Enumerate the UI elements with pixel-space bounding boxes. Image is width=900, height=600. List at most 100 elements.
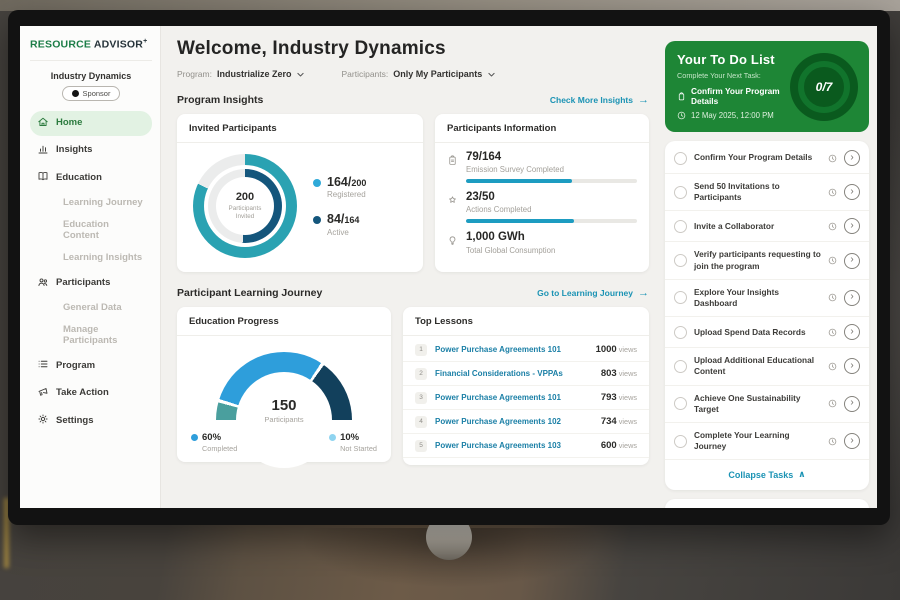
lesson-link[interactable]: Power Purchase Agreements 103 — [435, 441, 593, 450]
card-title: Invited Participants — [177, 114, 423, 143]
info-value: 79/164 — [466, 151, 637, 164]
legend-label: Active — [327, 228, 359, 237]
todo-task[interactable]: Verify participants requesting to join t… — [665, 242, 869, 279]
home-icon — [37, 116, 49, 131]
task-checkbox[interactable] — [674, 152, 687, 165]
task-checkbox[interactable] — [674, 291, 687, 304]
lesson-link[interactable]: Power Purchase Agreements 102 — [435, 417, 593, 426]
todo-task[interactable]: Explore Your Insights Dashboard › — [665, 280, 869, 317]
gauge-center-label: Participants — [216, 415, 352, 424]
chevron-right-icon[interactable]: › — [844, 433, 860, 449]
collapse-tasks-link[interactable]: Collapse Tasks ∧ — [665, 460, 869, 488]
go-to-learning-journey-link[interactable]: Go to Learning Journey→ — [537, 288, 649, 299]
sidebar-item[interactable]: Manage Participants — [30, 320, 152, 351]
task-checkbox[interactable] — [674, 254, 687, 267]
info-row: 1,000 GWh Total Global Consumption — [447, 231, 637, 254]
legend-value: 84/164 — [327, 213, 359, 226]
lesson-rank: 4 — [415, 416, 427, 428]
sidebar-item[interactable]: Insights — [30, 138, 152, 163]
task-checkbox[interactable] — [674, 360, 687, 373]
brand-secondary: ADVISOR — [94, 39, 143, 51]
arrow-right-icon: → — [638, 288, 649, 299]
sidebar-item-label: Settings — [56, 416, 93, 426]
info-row: 79/164 Emission Survey Completed — [447, 151, 637, 183]
legend-item: 84/164 Active — [313, 213, 366, 237]
chevron-right-icon[interactable]: › — [844, 218, 860, 234]
lesson-rank: 3 — [415, 392, 427, 404]
sponsor-badge-label: Sponsor — [83, 89, 111, 98]
sidebar-item[interactable]: Settings — [30, 408, 152, 433]
program-insights-header: Program Insights Check More Insights→ — [177, 94, 649, 106]
section-title: Program Insights — [177, 94, 263, 106]
task-label: Confirm Your Program Details — [694, 152, 821, 163]
lesson-row[interactable]: 1 Power Purchase Agreements 101 1000 vie… — [403, 338, 649, 362]
program-select[interactable]: Industrialize Zero — [217, 69, 306, 79]
filters-row: Program: Industrialize Zero Participants… — [177, 69, 649, 79]
todo-task[interactable]: Send 50 Invitations to Participants › — [665, 174, 869, 211]
clock-icon — [677, 111, 686, 120]
todo-task[interactable]: Upload Additional Educational Content › — [665, 348, 869, 385]
task-checkbox[interactable] — [674, 435, 687, 448]
todo-task[interactable]: Complete Your Learning Journey › — [665, 423, 869, 460]
sidebar-item[interactable]: Education Content — [30, 215, 152, 246]
lesson-rank: 5 — [415, 440, 427, 452]
chevron-right-icon[interactable]: › — [844, 358, 860, 374]
sidebar-item[interactable]: Participants — [30, 271, 152, 296]
info-label: Total Global Consumption — [466, 246, 637, 255]
participants-select[interactable]: Only My Participants — [393, 69, 496, 79]
program-filter-label: Program: — [177, 69, 212, 79]
task-checkbox[interactable] — [674, 326, 687, 339]
sidebar: RESOURCE ADVISOR+ Industry Dynamics Spon… — [20, 26, 161, 508]
todo-task[interactable]: Confirm Your Program Details › — [665, 143, 869, 174]
todo-task[interactable]: Upload Spend Data Records › — [665, 317, 869, 348]
todo-panel: Your To Do List Complete Your Next Task:… — [665, 41, 869, 132]
scene: RESOURCE ADVISOR+ Industry Dynamics Spon… — [0, 0, 900, 600]
todo-task[interactable]: Achieve One Sustainability Target › — [665, 386, 869, 423]
sidebar-item[interactable]: General Data — [30, 298, 152, 318]
sidebar-item[interactable]: Take Action — [30, 381, 152, 406]
program-filter: Program: Industrialize Zero — [177, 69, 305, 79]
card-title: Education Progress — [177, 307, 391, 336]
lesson-link[interactable]: Power Purchase Agreements 101 — [435, 393, 593, 402]
lesson-row[interactable]: 5 Power Purchase Agreements 103 600 view… — [403, 434, 649, 458]
org-name: Industry Dynamics — [30, 71, 152, 81]
clock-info-icon — [828, 328, 837, 337]
check-more-insights-link[interactable]: Check More Insights→ — [550, 95, 649, 106]
chevron-right-icon[interactable]: › — [844, 396, 860, 412]
lesson-rank: 2 — [415, 368, 427, 380]
task-checkbox[interactable] — [674, 397, 687, 410]
program-icon — [37, 358, 49, 373]
task-label: Invite a Collaborator — [694, 221, 821, 232]
sidebar-item[interactable]: Home — [30, 111, 152, 136]
chevron-right-icon[interactable]: › — [844, 150, 860, 166]
chevron-right-icon[interactable]: › — [844, 290, 860, 306]
lesson-row[interactable]: 2 Financial Considerations - VPPAs 803 v… — [403, 362, 649, 386]
donut-legend: 164/200 Registered 84/164 Active — [313, 176, 366, 237]
invited-donut-chart: 200 Participants Invited — [193, 154, 297, 258]
sidebar-item[interactable]: Education — [30, 165, 152, 190]
take-action-icon — [37, 386, 49, 401]
progress-bar — [466, 219, 637, 223]
task-label: Achieve One Sustainability Target — [694, 393, 821, 415]
todo-task[interactable]: Invite a Collaborator › — [665, 211, 869, 242]
lesson-link[interactable]: Power Purchase Agreements 101 — [435, 345, 588, 354]
clock-info-icon — [828, 362, 837, 371]
lesson-link[interactable]: Financial Considerations - VPPAs — [435, 369, 593, 378]
lesson-row[interactable]: 3 Power Purchase Agreements 101 793 view… — [403, 386, 649, 410]
task-checkbox[interactable] — [674, 220, 687, 233]
sidebar-item[interactable]: Program — [30, 353, 152, 378]
donut-center-label: Participants Invited — [222, 205, 268, 222]
insights-icon — [37, 143, 49, 158]
chevron-right-icon[interactable]: › — [844, 324, 860, 340]
info-value: 23/50 — [466, 191, 637, 204]
legend-label: Registered — [327, 190, 366, 199]
legend-dot-icon — [313, 216, 321, 224]
chevron-right-icon[interactable]: › — [844, 253, 860, 269]
sponsor-badge[interactable]: Sponsor — [62, 86, 121, 101]
sidebar-item[interactable]: Learning Insights — [30, 248, 152, 268]
education-icon — [37, 170, 49, 185]
lesson-row[interactable]: 4 Power Purchase Agreements 102 734 view… — [403, 410, 649, 434]
sidebar-item[interactable]: Learning Journey — [30, 193, 152, 213]
chevron-right-icon[interactable]: › — [844, 184, 860, 200]
task-checkbox[interactable] — [674, 186, 687, 199]
